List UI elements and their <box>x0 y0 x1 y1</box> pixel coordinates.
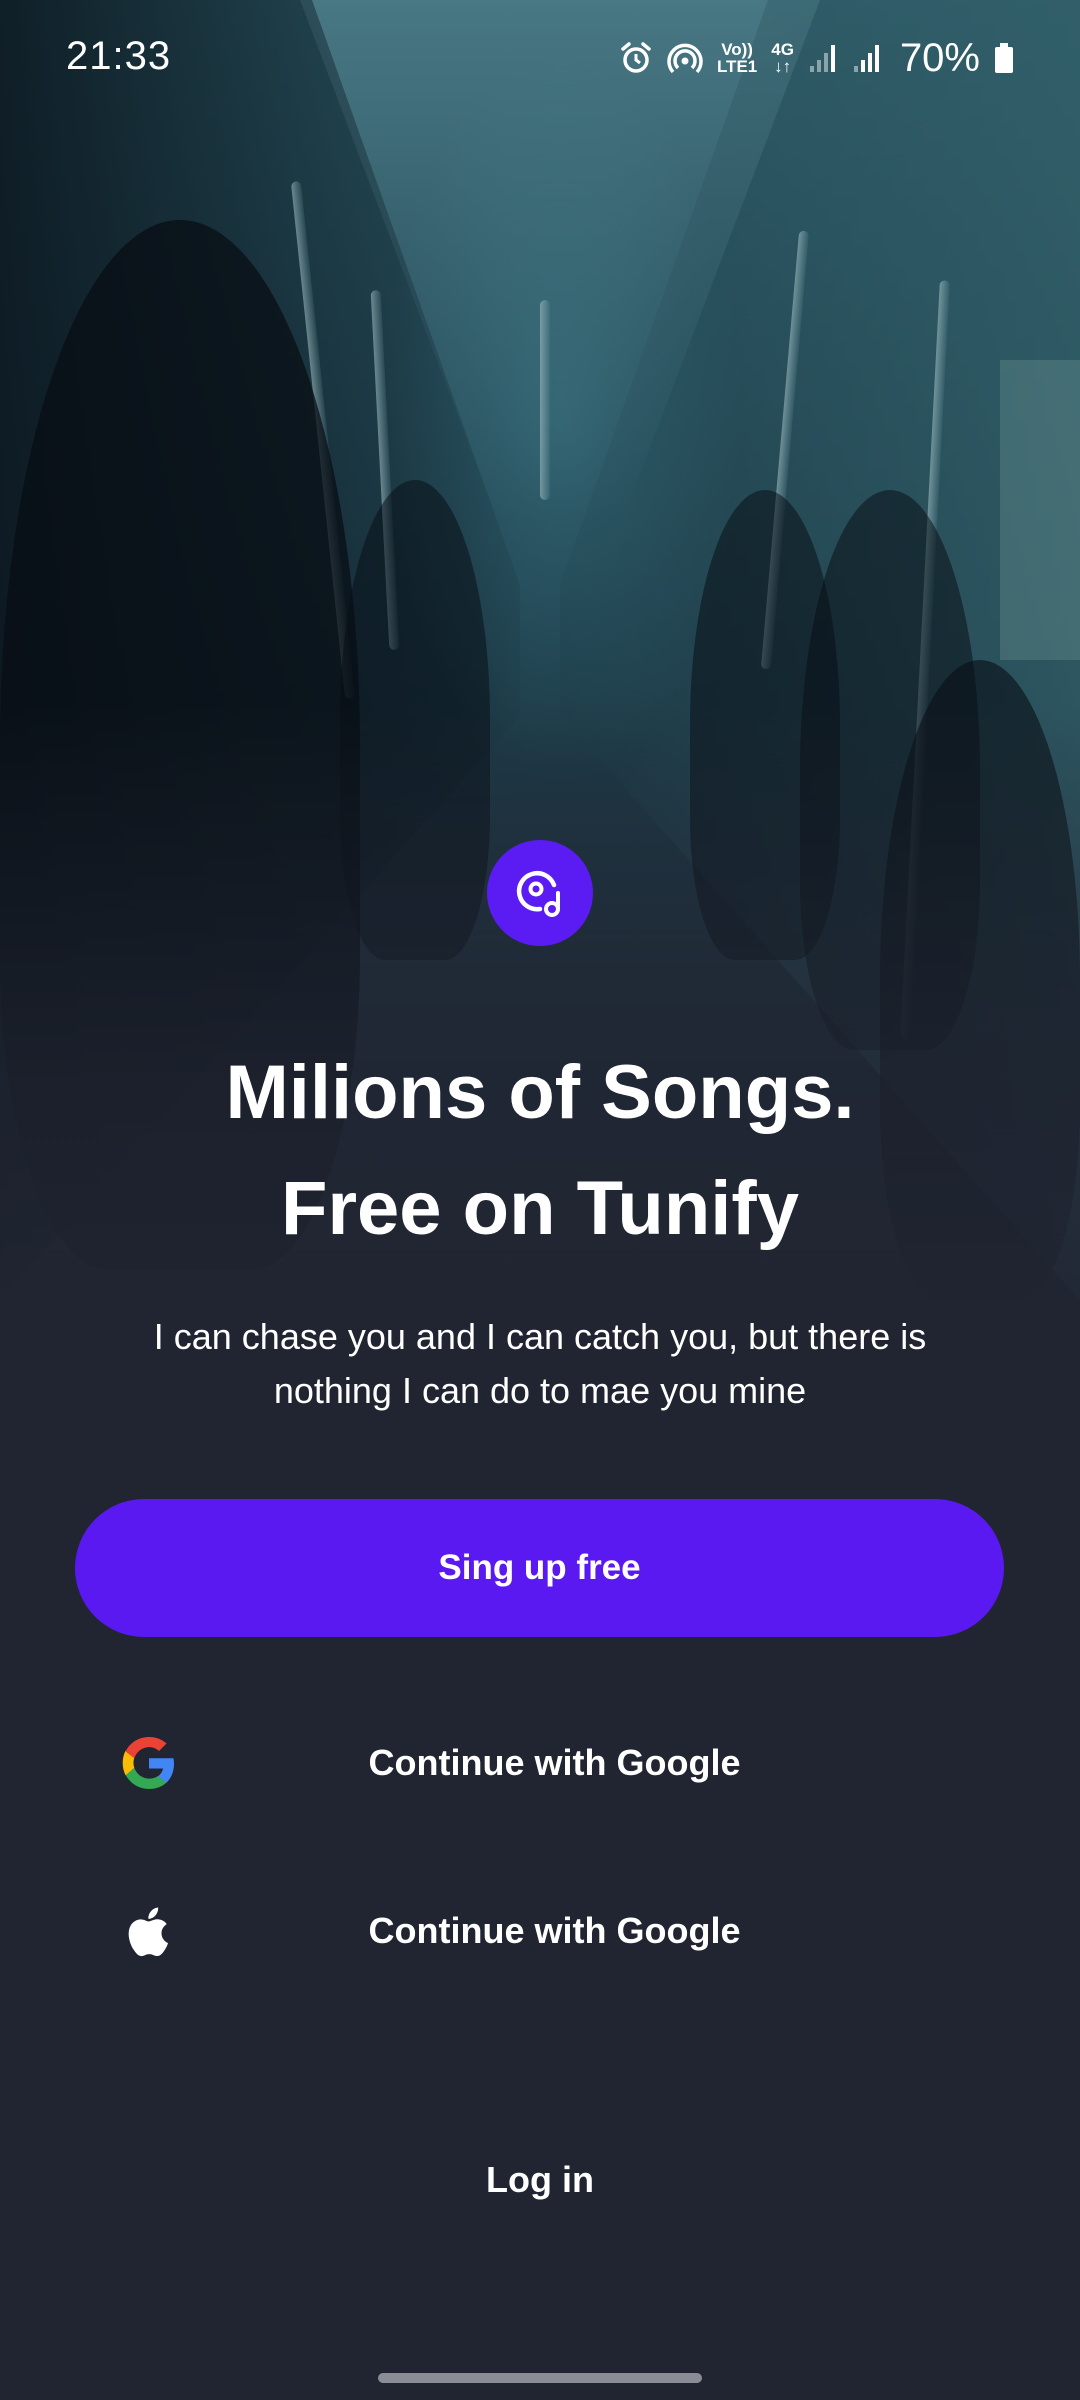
status-time: 21:33 <box>66 34 172 78</box>
volte-top-label: Vo)) <box>721 40 753 59</box>
app-logo <box>487 840 593 946</box>
headline-line-1: Milions of Songs. <box>225 1050 855 1135</box>
data-arrows-glyph: ↓↑ <box>774 57 792 76</box>
welcome-screen: 21:33 Vo)) LTE1 4G ↓↑ 70% Milions of Son… <box>0 0 1080 2400</box>
headline: Milions of Songs. Free on Tunify <box>0 1035 1080 1267</box>
volte-bottom-label: LTE1 <box>716 57 758 76</box>
login-link[interactable]: Log in <box>390 2140 690 2220</box>
hotspot-icon <box>667 41 703 75</box>
music-disc-icon <box>512 863 568 924</box>
headline-line-2: Free on Tunify <box>281 1166 799 1251</box>
status-bar: 21:33 Vo)) LTE1 4G ↓↑ 70% <box>0 0 1080 120</box>
apple-button-label: Continue with Google <box>368 1910 741 1951</box>
signal-icon <box>808 42 838 74</box>
subtitle: I can chase you and I can catch you, but… <box>153 1316 927 1411</box>
battery-percent: 70% <box>899 35 980 80</box>
welcome-content: Milions of Songs. Free on Tunify I can c… <box>0 0 1080 2400</box>
home-indicator[interactable] <box>378 2373 702 2383</box>
battery-icon <box>994 41 1014 75</box>
continue-with-apple-button[interactable]: Continue with Google <box>75 1871 1004 1991</box>
alarm-icon <box>619 41 653 75</box>
google-button-label: Continue with Google <box>368 1742 741 1783</box>
signup-button[interactable]: Sing up free <box>75 1499 1004 1637</box>
volte-icon: Vo)) LTE1 <box>717 41 757 75</box>
data-arrows-icon: 4G ↓↑ <box>771 41 794 75</box>
status-icons: Vo)) LTE1 4G ↓↑ 70% <box>619 30 1014 86</box>
signal-icon <box>852 42 882 74</box>
continue-with-google-button[interactable]: Continue with Google <box>75 1703 1004 1823</box>
network-type-label: 4G <box>771 40 794 59</box>
